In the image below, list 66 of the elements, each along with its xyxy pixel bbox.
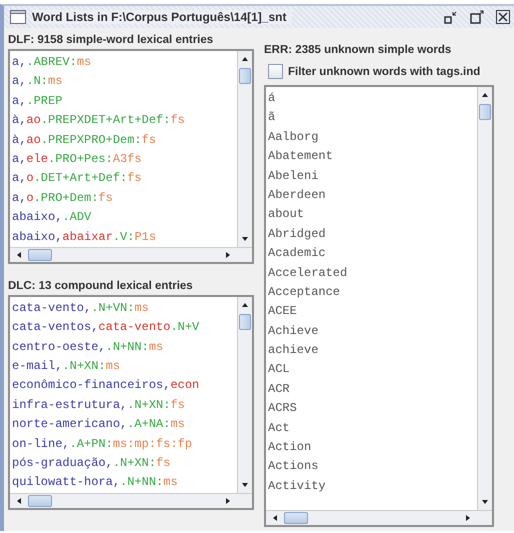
unknown-word[interactable]: Action xyxy=(268,438,477,458)
unknown-word[interactable]: ACEE xyxy=(268,302,477,322)
lexical-entry[interactable]: a,o.PRO+Dem:fs xyxy=(12,188,237,208)
vertical-scrollbar[interactable] xyxy=(477,87,492,510)
vertical-scrollbar[interactable] xyxy=(237,296,252,493)
unknown-word[interactable]: á xyxy=(268,89,477,108)
unknown-word[interactable]: achieve xyxy=(268,341,477,360)
scroll-thumb[interactable] xyxy=(28,248,52,261)
lexical-entry[interactable]: a,.PREP xyxy=(12,92,237,112)
unknown-word[interactable]: Abridged xyxy=(268,224,477,244)
minimize-icon[interactable] xyxy=(444,10,458,24)
scrollbar-corner xyxy=(237,494,252,508)
unknown-word[interactable]: Actions xyxy=(268,457,477,477)
lexical-entry[interactable]: a,.N:ms xyxy=(12,72,237,92)
lexical-entry[interactable]: norte-americano,.A+NA:ms xyxy=(12,415,237,435)
unknown-word[interactable]: about xyxy=(268,205,477,225)
scrollbar-corner xyxy=(477,511,492,525)
unknown-word[interactable]: Aberdeen xyxy=(268,186,477,206)
maximize-icon[interactable] xyxy=(470,10,484,24)
unknown-word[interactable]: Abatement xyxy=(268,147,477,167)
filter-checkbox[interactable] xyxy=(268,64,283,79)
lexical-entry[interactable]: cata-vento,.N+VN:ms xyxy=(12,298,237,318)
lexical-entry[interactable]: a,o.DET+Art+Def:fs xyxy=(12,169,237,189)
unknown-word[interactable]: ACR xyxy=(268,380,477,400)
lexical-entry[interactable]: econômico-financeiros,econ xyxy=(12,376,237,396)
lexical-entry[interactable]: a,ele.PRO+Pes:A3fs xyxy=(12,150,237,170)
lexical-entry[interactable]: on-line,.A+PN:ms:mp:fs:fp xyxy=(12,434,237,454)
unknown-word[interactable]: Abeleni xyxy=(268,166,477,186)
scroll-thumb[interactable] xyxy=(239,314,251,330)
unknown-word[interactable]: Act xyxy=(268,418,477,438)
vertical-scrollbar[interactable] xyxy=(237,51,252,247)
horizontal-scrollbar[interactable] xyxy=(10,248,237,262)
horizontal-scrollbar[interactable] xyxy=(10,494,237,508)
checkbox-label[interactable]: Filter unknown words with tags.ind xyxy=(288,66,480,78)
lexical-entry[interactable]: abaixo,.ADV xyxy=(12,208,237,228)
section-label: ERR: 2385 unknown simple words xyxy=(264,43,452,58)
unknown-word[interactable]: Academic xyxy=(268,244,477,264)
unknown-word[interactable]: Aalborg xyxy=(268,128,477,148)
section-label: DLF: 9158 simple-word lexical entries xyxy=(8,33,214,48)
unknown-word[interactable]: ACRS xyxy=(268,399,477,419)
lexical-entry[interactable]: à,ao.PREPXDET+Art+Def:fs xyxy=(12,111,237,131)
lexical-entry[interactable]: infra-estrutura,.N+XN:fs xyxy=(12,396,237,416)
window-title: Word Lists in F:\Corpus Português\14[1]_snt xyxy=(32,10,292,24)
scroll-thumb[interactable] xyxy=(239,68,251,84)
unknown-word[interactable]: Acceptance xyxy=(268,282,477,302)
lexical-entry[interactable]: quilowatt-hora,.N+NN:ms xyxy=(12,473,237,493)
lexical-entry[interactable]: abaixo,abaixar.V:P1s xyxy=(12,228,237,247)
close-icon[interactable] xyxy=(496,10,510,24)
scroll-thumb[interactable] xyxy=(284,512,308,524)
scroll-thumb[interactable] xyxy=(479,104,491,120)
lexical-entry[interactable]: à,ao.PREPXPRO+Dem:fs xyxy=(12,130,237,150)
horizontal-scrollbar[interactable] xyxy=(266,511,477,525)
unknown-word[interactable]: Activity xyxy=(268,476,477,496)
lexical-entry[interactable]: a,.ABREV:ms xyxy=(12,53,237,72)
section-label: DLC: 13 compound lexical entries xyxy=(8,278,194,294)
lexical-entry[interactable]: e-mail,.N+XN:ms xyxy=(12,357,237,376)
lexical-entry[interactable]: centro-oeste,.N+NN:ms xyxy=(12,338,237,358)
lexical-entry[interactable]: cata-ventos,cata-vento.N+V xyxy=(12,318,237,338)
lexical-entry[interactable]: pós-graduação,.N+XN:fs xyxy=(12,454,237,474)
scroll-thumb[interactable] xyxy=(28,494,52,507)
unknown-word[interactable]: ã xyxy=(268,108,477,128)
unknown-word[interactable]: ACL xyxy=(268,360,477,380)
scrollbar-corner xyxy=(237,248,252,262)
window-icon xyxy=(10,10,26,24)
unknown-word[interactable]: Accelerated xyxy=(268,264,477,283)
unknown-word[interactable]: Achieve xyxy=(268,322,477,342)
